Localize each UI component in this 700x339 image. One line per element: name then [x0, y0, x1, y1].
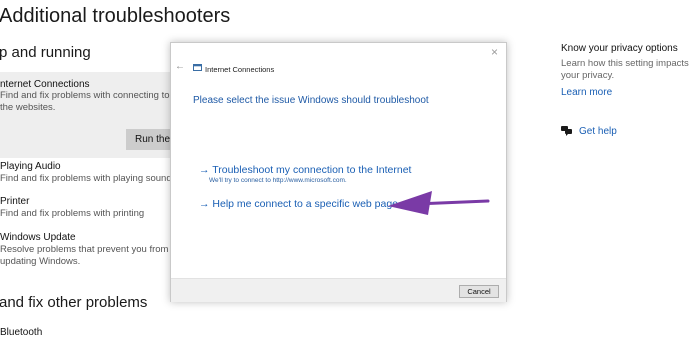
cancel-button[interactable]: Cancel	[459, 285, 499, 298]
purple-arrow-icon	[388, 191, 490, 215]
dialog-title: Internet Connections	[205, 65, 275, 74]
dialog-footer: Cancel	[171, 278, 506, 302]
get-help-link[interactable]: Get help	[561, 126, 617, 137]
get-help-label: Get help	[579, 126, 617, 137]
option-troubleshoot-connection[interactable]: → Troubleshoot my connection to the Inte…	[199, 164, 411, 176]
window-icon	[193, 64, 202, 71]
item-windows-update-title[interactable]: Windows Update	[0, 232, 76, 243]
close-icon[interactable]: ×	[491, 45, 498, 59]
section-find-and-fix: and fix other problems	[0, 294, 148, 311]
item-bluetooth-title[interactable]: Bluetooth	[0, 327, 42, 338]
section-get-up-and-running: p and running	[0, 44, 91, 61]
learn-more-link[interactable]: Learn more	[561, 87, 612, 98]
privacy-desc: Learn how this setting impacts your priv…	[561, 58, 689, 81]
chat-help-icon	[561, 126, 572, 137]
item-playing-audio-desc: Find and fix problems with playing sound	[0, 173, 172, 184]
internet-connections-dialog: × ← Internet Connections Please select t…	[170, 42, 507, 302]
item-windows-update-desc: Resolve problems that prevent you from u…	[0, 244, 169, 267]
item-internet-connections-title[interactable]: nternet Connections	[0, 79, 90, 90]
item-internet-connections-desc: Find and fix problems with connecting to…	[0, 90, 170, 113]
privacy-title: Know your privacy options	[561, 43, 678, 54]
item-printer-title[interactable]: Printer	[0, 196, 29, 207]
item-printer-desc: Find and fix problems with printing	[0, 208, 145, 219]
back-arrow-icon[interactable]: ←	[175, 61, 185, 72]
page-title: Additional troubleshooters	[0, 5, 231, 27]
option-troubleshoot-connection-desc: We'll try to connect to http://www.micro…	[209, 177, 347, 184]
dialog-heading: Please select the issue Windows should t…	[193, 95, 429, 106]
item-playing-audio-title[interactable]: Playing Audio	[0, 161, 61, 172]
option-specific-web-page[interactable]: → Help me connect to a specific web page	[199, 198, 398, 210]
